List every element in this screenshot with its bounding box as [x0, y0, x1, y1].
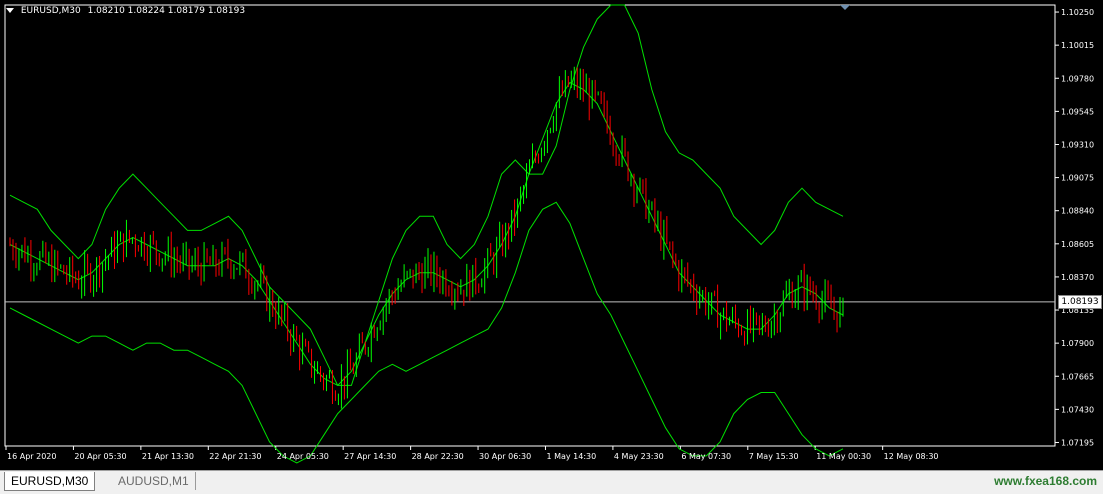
time-tick-label: 30 Apr 06:30	[479, 452, 531, 461]
time-tick-label: 1 May 14:30	[546, 452, 596, 461]
upper-band-line	[9, 4, 844, 386]
price-tick-label: 1.09780	[1061, 74, 1094, 83]
price-tick-label: 1.08840	[1061, 207, 1094, 216]
chart-symbol-header: EURUSD,M30 1.08210 1.08224 1.08179 1.081…	[6, 6, 245, 16]
time-tick-label: 21 Apr 13:30	[142, 452, 194, 461]
price-tick-label: 1.09310	[1061, 140, 1094, 149]
middle-band-line	[9, 81, 844, 387]
price-tick-label: 1.08605	[1061, 240, 1094, 249]
time-tick-label: 27 Apr 14:30	[344, 452, 396, 461]
shift-marker-icon[interactable]	[840, 5, 850, 10]
watermark-text: www.fxea168.com	[994, 474, 1097, 488]
price-tick-label: 1.09545	[1061, 107, 1094, 116]
price-tick-label: 1.10250	[1061, 8, 1094, 17]
price-tick-label: 1.09075	[1061, 174, 1094, 183]
time-tick-label: 16 Apr 2020	[7, 452, 56, 461]
chevron-down-icon[interactable]	[6, 8, 14, 13]
symbol-label: EURUSD,M30	[20, 6, 81, 16]
time-tick-label: 12 May 08:30	[884, 452, 939, 461]
tab-audusd-m1[interactable]: AUDUSD,M1	[112, 472, 196, 490]
time-tick-label: 11 May 00:30	[816, 452, 871, 461]
time-tick-label: 22 Apr 21:30	[209, 452, 261, 461]
price-tick-label: 1.07665	[1061, 372, 1094, 381]
price-tick-label: 1.07430	[1061, 405, 1094, 414]
price-chart[interactable]: 1.10250 1.10015 1.09780 1.09545 1.09310 1.090…	[0, 0, 1103, 470]
time-tick-label: 4 May 23:30	[614, 452, 664, 461]
plot-frame	[4, 4, 1056, 447]
time-tick-label: 20 Apr 05:30	[74, 452, 126, 461]
chart-window[interactable]: 1.10250 1.10015 1.09780 1.09545 1.09310 1.090…	[0, 0, 1103, 494]
price-tick-label: 1.07900	[1061, 339, 1094, 348]
time-tick-label: 24 Apr 05:30	[277, 452, 329, 461]
current-price-tag: 1.08193	[1058, 294, 1102, 309]
tab-eurusd-m30[interactable]: EURUSD,M30	[4, 472, 96, 491]
time-tick-label: 7 May 15:30	[749, 452, 799, 461]
ohlc-values: 1.08210 1.08224 1.08179 1.08193	[87, 6, 246, 16]
price-tick-label: 1.08370	[1061, 273, 1094, 282]
chart-tabs-bar: EURUSD,M30 AUDUSD,M1 www.fxea168.com	[0, 470, 1103, 494]
price-tick-label: 1.10015	[1061, 41, 1094, 50]
price-tick-label: 1.07195	[1061, 438, 1094, 447]
time-tick-label: 6 May 07:30	[681, 452, 731, 461]
time-tick-label: 28 Apr 22:30	[412, 452, 464, 461]
